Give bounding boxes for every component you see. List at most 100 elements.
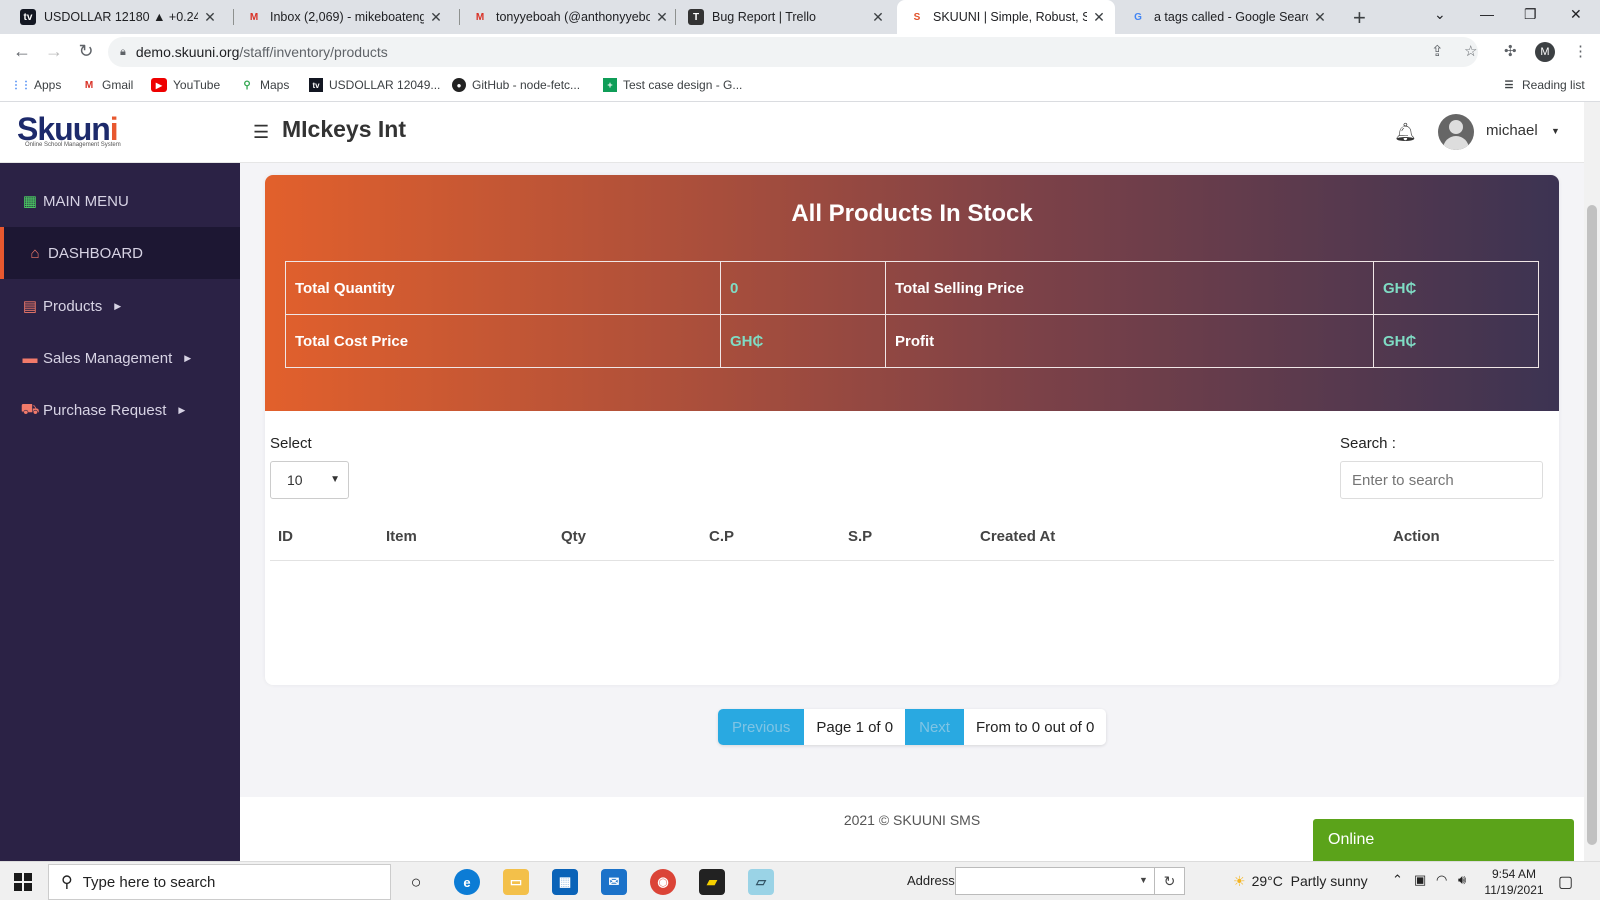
online-status-button[interactable]: Online: [1313, 819, 1574, 861]
page-size-select[interactable]: 10 ▼: [270, 461, 349, 499]
close-tab-icon[interactable]: ✕: [1091, 9, 1107, 26]
tab-title: USDOLLAR 12180 ▲ +0.24%: [44, 10, 198, 24]
store-icon[interactable]: ▦: [552, 869, 578, 895]
sidebar-item-main-menu[interactable]: ▦ MAIN MENU: [0, 175, 240, 227]
sidebar-item-label: DASHBOARD: [48, 244, 144, 262]
new-tab-icon[interactable]: +: [1353, 5, 1366, 31]
column-header-created-at[interactable]: Created At: [980, 528, 1055, 545]
file-explorer-icon[interactable]: ▭: [503, 869, 529, 895]
chevron-up-icon[interactable]: ⌃: [1392, 872, 1403, 888]
column-header-cp[interactable]: C.P: [709, 528, 734, 545]
clock[interactable]: 9:54 AM 11/19/2021: [1480, 866, 1548, 898]
forward-icon[interactable]: →: [43, 41, 65, 62]
reading-list[interactable]: ☰ Reading list: [1502, 78, 1585, 92]
wifi-icon[interactable]: ◠: [1436, 872, 1447, 888]
column-header-sp[interactable]: S.P: [848, 528, 872, 545]
username[interactable]: michael: [1486, 122, 1538, 139]
sticky-notes-icon[interactable]: ▰: [699, 869, 725, 895]
chrome-menu-icon[interactable]: ⋮: [1573, 42, 1588, 60]
bookmark-label: Gmail: [102, 78, 134, 92]
sidebar-item-sales-management[interactable]: ▬ Sales Management ▶: [0, 332, 240, 384]
close-tab-icon[interactable]: ✕: [202, 9, 218, 26]
out-of-text: out of: [1040, 718, 1087, 736]
close-tab-icon[interactable]: ✕: [428, 9, 444, 26]
page-current: 1: [855, 718, 864, 736]
sidebar-item-purchase-request[interactable]: ⛟ Purchase Request ▶: [0, 384, 240, 436]
lock-icon: 🔒︎: [120, 45, 126, 58]
notification-icon[interactable]: ▢: [1558, 872, 1573, 892]
meet-now-icon[interactable]: ▣: [1414, 872, 1426, 888]
bookmark-gmail[interactable]: M Gmail: [82, 78, 134, 92]
refresh-icon[interactable]: ↻: [1154, 868, 1184, 894]
bookmark-youtube[interactable]: ▶ YouTube: [151, 78, 220, 92]
summary-banner: All Products In Stock Total Quantity 0 T…: [265, 175, 1559, 411]
column-header-qty[interactable]: Qty: [561, 528, 586, 545]
column-header-action[interactable]: Action: [1393, 528, 1440, 545]
reading-list-icon: ☰: [1504, 79, 1514, 91]
bookmark-usdollar[interactable]: tv USDOLLAR 12049...: [309, 78, 440, 92]
bell-icon[interactable]: 🔔︎: [1394, 122, 1417, 143]
windows-start-icon[interactable]: [14, 873, 32, 891]
sidebar-item-products[interactable]: ▤ Products ▶: [0, 280, 240, 332]
chrome-icon[interactable]: ◉: [650, 869, 676, 895]
back-icon[interactable]: ←: [11, 41, 33, 62]
bookmark-star-icon[interactable]: ☆: [1464, 42, 1477, 60]
extensions-icon[interactable]: ✣: [1504, 42, 1517, 60]
bookmark-label: GitHub - node-fetc...: [472, 78, 581, 92]
next-button[interactable]: Next: [905, 709, 964, 745]
tab-search-icon[interactable]: ⌄: [1434, 6, 1446, 23]
browser-tab[interactable]: tv USDOLLAR 12180 ▲ +0.24% ✕: [8, 0, 226, 34]
profit-label: Profit: [885, 314, 1374, 368]
browser-tab[interactable]: M tonyyeboah (@anthonyyeboa ✕: [460, 0, 678, 34]
skuuni-logo[interactable]: Skuuni Online School Management System: [17, 113, 195, 153]
bookmark-maps[interactable]: ⚲ Maps: [240, 78, 289, 92]
bookmark-label: Maps: [260, 78, 290, 92]
avatar[interactable]: [1438, 114, 1474, 150]
search-input[interactable]: [1340, 461, 1543, 499]
volume-icon[interactable]: 🔊︎: [1458, 872, 1466, 888]
address-toolbar-input[interactable]: ▼ ↻: [955, 867, 1185, 895]
bookmark-label: Test case design - G...: [623, 78, 743, 92]
bookmark-github[interactable]: ● GitHub - node-fetc...: [452, 78, 580, 92]
browser-tab[interactable]: G a tags called - Google Search ✕: [1118, 0, 1336, 34]
sidebar: ▦ MAIN MENU ⌂ DASHBOARD ▤ Products ▶ ▬ S…: [0, 163, 240, 861]
mail-icon[interactable]: ✉: [601, 869, 627, 895]
close-tab-icon[interactable]: ✕: [870, 9, 886, 26]
previous-button[interactable]: Previous: [718, 709, 805, 745]
bookmark-apps[interactable]: ⋮⋮ Apps: [11, 78, 61, 92]
taskbar-search[interactable]: ⚲ Type here to search: [48, 864, 391, 900]
close-tab-icon[interactable]: ✕: [1312, 9, 1328, 26]
profile-avatar[interactable]: M: [1535, 42, 1555, 62]
restore-icon[interactable]: ❐: [1524, 6, 1537, 23]
share-icon[interactable]: ⇪: [1431, 42, 1444, 60]
column-header-id[interactable]: ID: [278, 528, 293, 545]
scrollbar-thumb[interactable]: [1587, 205, 1597, 845]
tradingview-icon: tv: [309, 78, 323, 92]
table-header: ID Item Qty C.P S.P Created At Action: [270, 511, 1554, 561]
edge-icon[interactable]: e: [454, 869, 480, 895]
browser-tab[interactable]: T Bug Report | Trello ✕: [676, 0, 894, 34]
chevron-down-icon[interactable]: ▼: [1551, 126, 1560, 136]
products-card: All Products In Stock Total Quantity 0 T…: [265, 175, 1559, 685]
tab-title: Bug Report | Trello: [712, 10, 816, 24]
minimize-icon[interactable]: —: [1480, 6, 1494, 22]
browser-tab[interactable]: M Inbox (2,069) - mikeboateng1 ✕: [234, 0, 452, 34]
temperature: 29°C: [1251, 873, 1283, 889]
bookmarks-bar: ⋮⋮ Apps M Gmail ▶ YouTube ⚲ Maps tv USDOLLAR …: [0, 70, 1600, 102]
reload-icon[interactable]: ↻: [75, 41, 97, 62]
chevron-right-icon: ▶: [114, 300, 122, 311]
close-window-icon[interactable]: ✕: [1570, 6, 1582, 23]
address-bar[interactable]: 🔒︎ demo.skuuni.org/staff/inventory/produ…: [108, 37, 1478, 67]
cortana-icon[interactable]: ○: [403, 869, 429, 895]
column-header-item[interactable]: Item: [386, 528, 417, 545]
app-icon[interactable]: ▱: [748, 869, 774, 895]
chevron-down-icon: ▼: [330, 474, 340, 485]
bookmark-test-case[interactable]: + Test case design - G...: [603, 78, 742, 92]
tab-title: a tags called - Google Search: [1154, 10, 1308, 24]
sidebar-item-dashboard[interactable]: ⌂ DASHBOARD: [0, 227, 240, 279]
hamburger-menu-icon[interactable]: ☰: [253, 122, 269, 143]
weather-widget[interactable]: ☀ 29°C Partly sunny: [1233, 873, 1368, 890]
chevron-right-icon: ▶: [178, 404, 186, 415]
browser-tab-active[interactable]: S SKUUNI | Simple, Robust, Sch ✕: [897, 0, 1115, 34]
close-tab-icon[interactable]: ✕: [654, 9, 670, 26]
